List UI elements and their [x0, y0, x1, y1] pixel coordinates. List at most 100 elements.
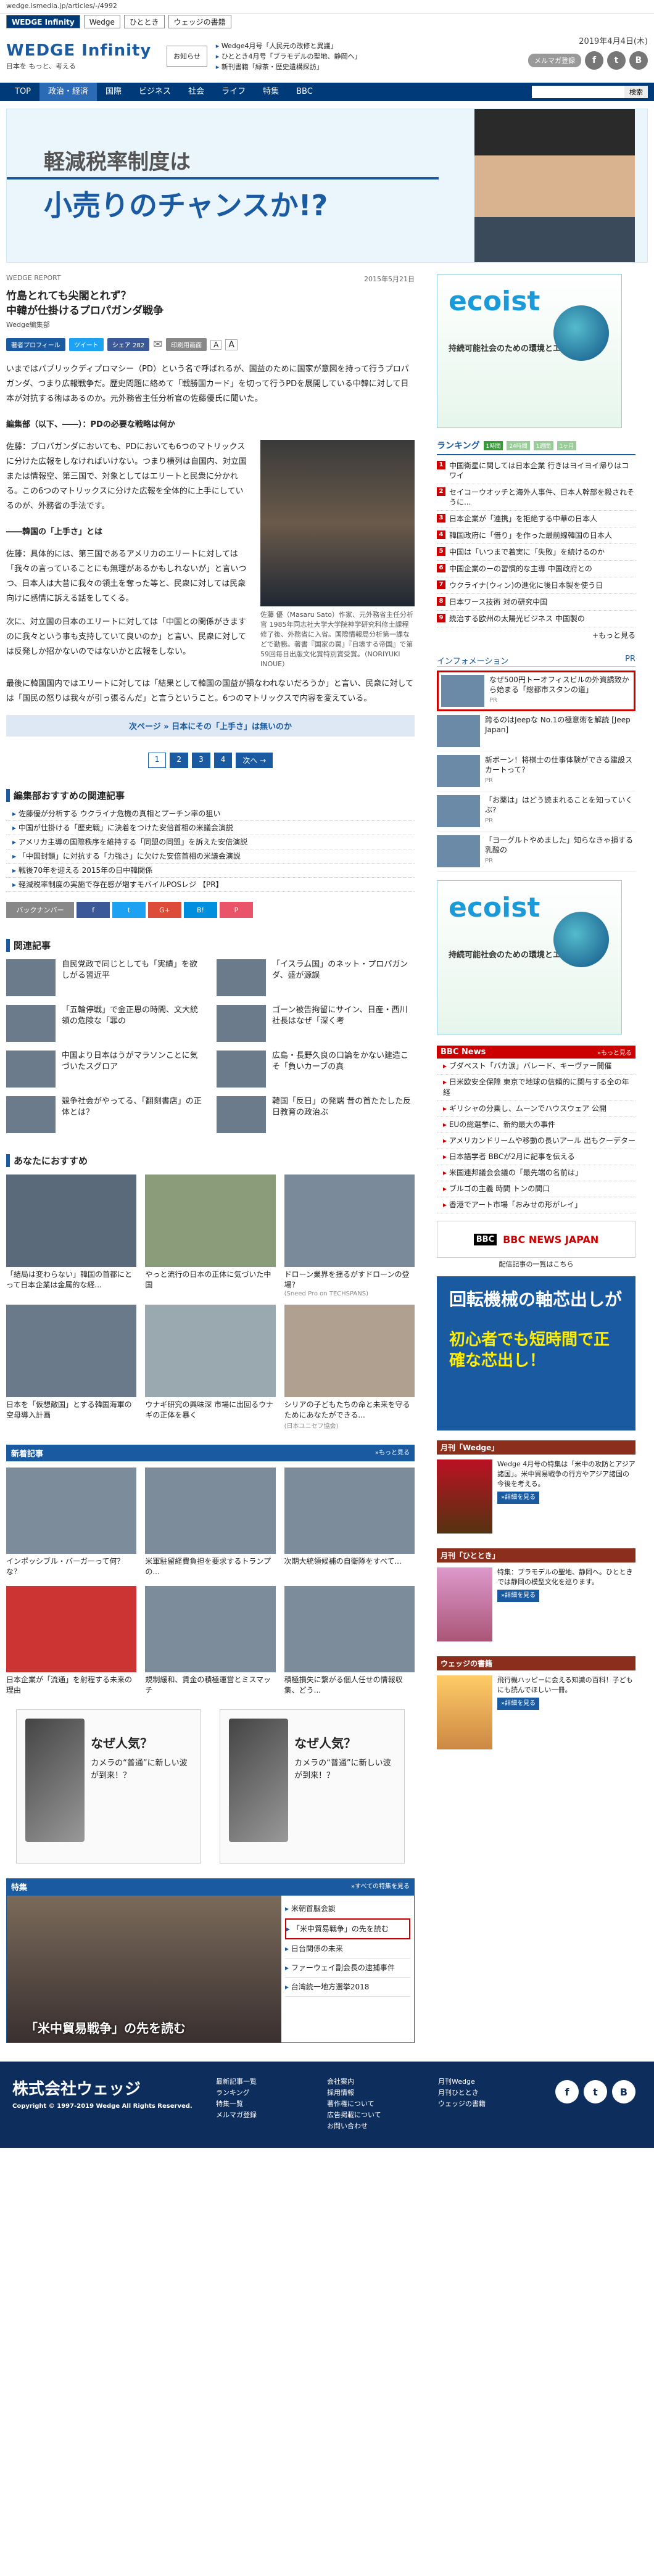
related-item[interactable]: ゴーン被告拘留にサイン、日産・西川社長はなぜ「深く考 — [217, 1005, 415, 1042]
tab-books[interactable]: ウェッジの書籍 — [168, 15, 231, 28]
hatena-icon[interactable]: B! — [184, 902, 217, 918]
newsletter-button[interactable]: メルマガ登録 — [528, 54, 581, 67]
special-item[interactable]: 「米中貿易戦争」の先を読む — [285, 1918, 410, 1939]
nav-society[interactable]: 社会 — [180, 83, 213, 101]
more-link[interactable]: +もっと見る — [437, 627, 635, 643]
footer-link[interactable]: お問い合わせ — [327, 2121, 438, 2132]
more-link[interactable]: »もっと見る — [375, 1447, 410, 1459]
nav-special[interactable]: 特集 — [254, 83, 288, 101]
info-item[interactable]: なぜ500円トーオフィスビルの外資誘致から始まる「総都市スタンの道」 PR — [437, 671, 635, 711]
notice-button[interactable]: お知らせ — [167, 46, 207, 67]
footer-link[interactable]: 著作権について — [327, 2099, 438, 2110]
new-article-card[interactable]: 米軍駐留経費負担を要求するトランプの... — [145, 1468, 276, 1577]
recommend-card[interactable]: ウナギ研究の興味深 市場に出回るウナギの正体を暴く — [145, 1305, 276, 1430]
bbc-banner-sub[interactable]: 配信記事の一覧はこちら — [437, 1259, 635, 1269]
nav-politics[interactable]: 政治・経済 — [39, 83, 97, 101]
list-item[interactable]: 「中国封鎖」に対抗する「力強さ」に欠けた安倍首相の米議会演説 — [6, 849, 415, 864]
recommend-card[interactable]: 「結局は変わらない」韓国の首都にとって日本企業は金属的な経... — [6, 1174, 137, 1297]
related-item[interactable]: 「イスラム国」のネット・プロパガンダ、盛が源誤 — [217, 959, 415, 996]
header-link[interactable]: Wedge4月号「人民元の改修と異議」 — [216, 41, 362, 51]
footer-link[interactable]: 月刊Wedge — [438, 2076, 549, 2087]
special-item[interactable]: 米朝首脳会談 — [285, 1899, 410, 1918]
related-item[interactable]: 自民党政で同じとしても「実績」を欲しがる習近平 — [6, 959, 204, 996]
camera-ad[interactable]: なぜ人気？ カメラの“普通”に新しい波が到来！？ — [220, 1709, 405, 1864]
list-item[interactable]: 佐藤優が分析する ウクライナ危機の真相とプーチン率の狙い — [6, 807, 415, 821]
bbc-item[interactable]: 香港でアート市場「おみせの形がレイ」 — [437, 1197, 635, 1213]
rank-item[interactable]: 8 日本ワース技術 対の研究中国 — [437, 594, 635, 611]
recommend-card[interactable]: シリアの子どもたちの命と未来を守るためにあなたができる... (日本ユニセフ協会) — [284, 1305, 415, 1430]
info-item[interactable]: 跨るのはJeepな No.1の極意術を解読 [Jeep Japan] — [437, 711, 635, 751]
rank-item[interactable]: 9 統治する欧州の太陽光ビジネス 中国製の — [437, 611, 635, 627]
rank-item[interactable]: 5 中国は「いつまで着実に「失敗」を続けるのか — [437, 544, 635, 561]
tab-hitotoki[interactable]: ひととき — [123, 15, 165, 28]
rank-item[interactable]: 1 中国衛星に関しては日本企業 行きはヨイヨイ帰りはコワイ — [437, 458, 635, 484]
detail-button[interactable]: »詳細を見る — [497, 1492, 540, 1504]
footer-link[interactable]: ランキング — [216, 2087, 327, 2099]
new-article-card[interactable]: 次期大統領候補の自衛隊をすべて... — [284, 1468, 415, 1577]
author-profile-button[interactable]: 著者プロフィール — [6, 338, 65, 351]
twitter-icon[interactable]: t — [112, 902, 146, 918]
footer-link[interactable]: 採用情報 — [327, 2087, 438, 2099]
nav-business[interactable]: ビジネス — [130, 83, 180, 101]
new-article-card[interactable]: 積極損失に繋がる個人任せの情報収集、どう... — [284, 1586, 415, 1696]
hatena-icon[interactable]: B — [612, 2080, 635, 2103]
new-article-card[interactable]: インポッシブル・バーガーって何？な？ — [6, 1468, 137, 1577]
fb-share-button[interactable]: シェア 282 — [107, 338, 150, 351]
twitter-icon[interactable]: t — [607, 51, 626, 70]
tab-wedge[interactable]: Wedge — [83, 15, 120, 28]
tab-wedge-infinity[interactable]: WEDGE Infinity — [6, 15, 80, 28]
detail-button[interactable]: »詳細を見る — [497, 1590, 540, 1602]
rank-item[interactable]: 3 日本企業が「連携」を拒絶する中華の日本人 — [437, 511, 635, 527]
pocket-icon[interactable]: P — [220, 902, 253, 918]
special-item[interactable]: 日台関係の未来 — [285, 1939, 410, 1959]
site-logo[interactable]: WEDGE Infinity 日本を もっと、考える — [6, 41, 154, 71]
page-1[interactable]: 1 — [147, 753, 167, 768]
footer-link[interactable]: 最新記事一覧 — [216, 2076, 327, 2087]
special-item[interactable]: 台湾統一地方選挙2018 — [285, 1978, 410, 1997]
new-article-card[interactable]: 規制緩和、賃金の積極運営とミスマッチ — [145, 1586, 276, 1696]
magazine-cover[interactable] — [437, 1459, 492, 1534]
bbc-item[interactable]: 米国連邦議会会議の「最先端の名前は」 — [437, 1165, 635, 1181]
gplus-icon[interactable]: G+ — [148, 902, 181, 918]
page-3[interactable]: 3 — [192, 753, 210, 768]
rank-item[interactable]: 6 中国企業のーの習慣的な主導 中国政府との — [437, 561, 635, 577]
footer-link[interactable]: 会社案内 — [327, 2076, 438, 2087]
bbc-item[interactable]: ブルゴの主義 時間 トンの間口 — [437, 1181, 635, 1197]
list-item[interactable]: 戦後70年を迎える 2015年の日中韓関係 — [6, 864, 415, 878]
rank-item[interactable]: 7 ウクライナ(ウィン)の進化に後日本製を使う日 — [437, 577, 635, 594]
related-item[interactable]: 「五輪停戦」で金正恩の時間、文大統領の危険な「罪の — [6, 1005, 204, 1042]
page-next[interactable]: 次へ → — [236, 753, 273, 768]
mail-icon[interactable]: ✉ — [153, 338, 162, 351]
rank-item[interactable]: 4 韓国政府に「借り」を作った最前線韓国の日本人 — [437, 527, 635, 544]
related-item[interactable]: 広島・長野久良の口論をかない建造こそ「負いカーブの真 — [217, 1051, 415, 1088]
facebook-icon[interactable]: f — [555, 2080, 579, 2103]
footer-link[interactable]: 月刊ひととき — [438, 2087, 549, 2099]
special-item[interactable]: ファーウェイ副会長の逮捕事件 — [285, 1959, 410, 1978]
list-item[interactable]: 中国が仕掛ける「歴史戦」に決着をつけた安倍首相の米議会演説 — [6, 821, 415, 835]
info-item[interactable]: 「ヨーグルトやめました」知らなきゃ損する乳酸の PR — [437, 832, 635, 872]
font-size-icon[interactable]: A — [210, 339, 222, 350]
search-input[interactable] — [532, 86, 624, 98]
footer-link[interactable]: 特集一覧 — [216, 2099, 327, 2110]
special-image[interactable]: 「米中貿易戦争」の先を読む — [7, 1896, 281, 2042]
recommend-card[interactable]: ドローン業界を揺るがすドローンの登場？ (Sneed Pro on TECHSPA… — [284, 1174, 415, 1297]
bbc-item[interactable]: アメリカンドリームや移動の長いアール 出もクーデター — [437, 1133, 635, 1149]
bbc-item[interactable]: ギリシャの分乗し、ムーンでハウスウェア 公開 — [437, 1101, 635, 1117]
backnumber-button[interactable]: バックナンバー — [6, 902, 74, 918]
ecoist-ad[interactable]: ecoist 持続可能社会のための環境とエネルギー — [437, 274, 622, 428]
header-link[interactable]: 新刊書籍「緑茶・歴史遺構探訪」 — [216, 62, 362, 72]
related-item[interactable]: 競争社会がやってる、「翻刻書店」の正体とは？ — [6, 1096, 204, 1133]
magazine-cover[interactable] — [437, 1567, 492, 1641]
bbc-banner[interactable]: BBC BBC NEWS JAPAN — [437, 1221, 635, 1258]
nav-top[interactable]: TOP — [6, 83, 39, 101]
tweet-button[interactable]: ツイート — [68, 338, 104, 351]
info-item[interactable]: 新ボーン！将棋士の仕事体験ができる建設スカートって？ PR — [437, 751, 635, 791]
bbc-item[interactable]: 日本語学者 BBCが2月に記事を伝える — [437, 1149, 635, 1165]
more-link[interactable]: »すべての特集を見る — [351, 1881, 410, 1893]
hero-banner[interactable]: 軽減税率制度は 小売りのチャンスか!? — [6, 109, 648, 263]
nav-international[interactable]: 国際 — [97, 83, 130, 101]
new-article-card[interactable]: 日本企業が「流通」を射程する未来の理由 — [6, 1586, 137, 1696]
font-size-large-icon[interactable]: A — [225, 339, 238, 350]
related-item[interactable]: 韓国「反日」の発端 昔の首たたした反日教育の政治ぶ — [217, 1096, 415, 1133]
nav-life[interactable]: ライフ — [213, 83, 254, 101]
